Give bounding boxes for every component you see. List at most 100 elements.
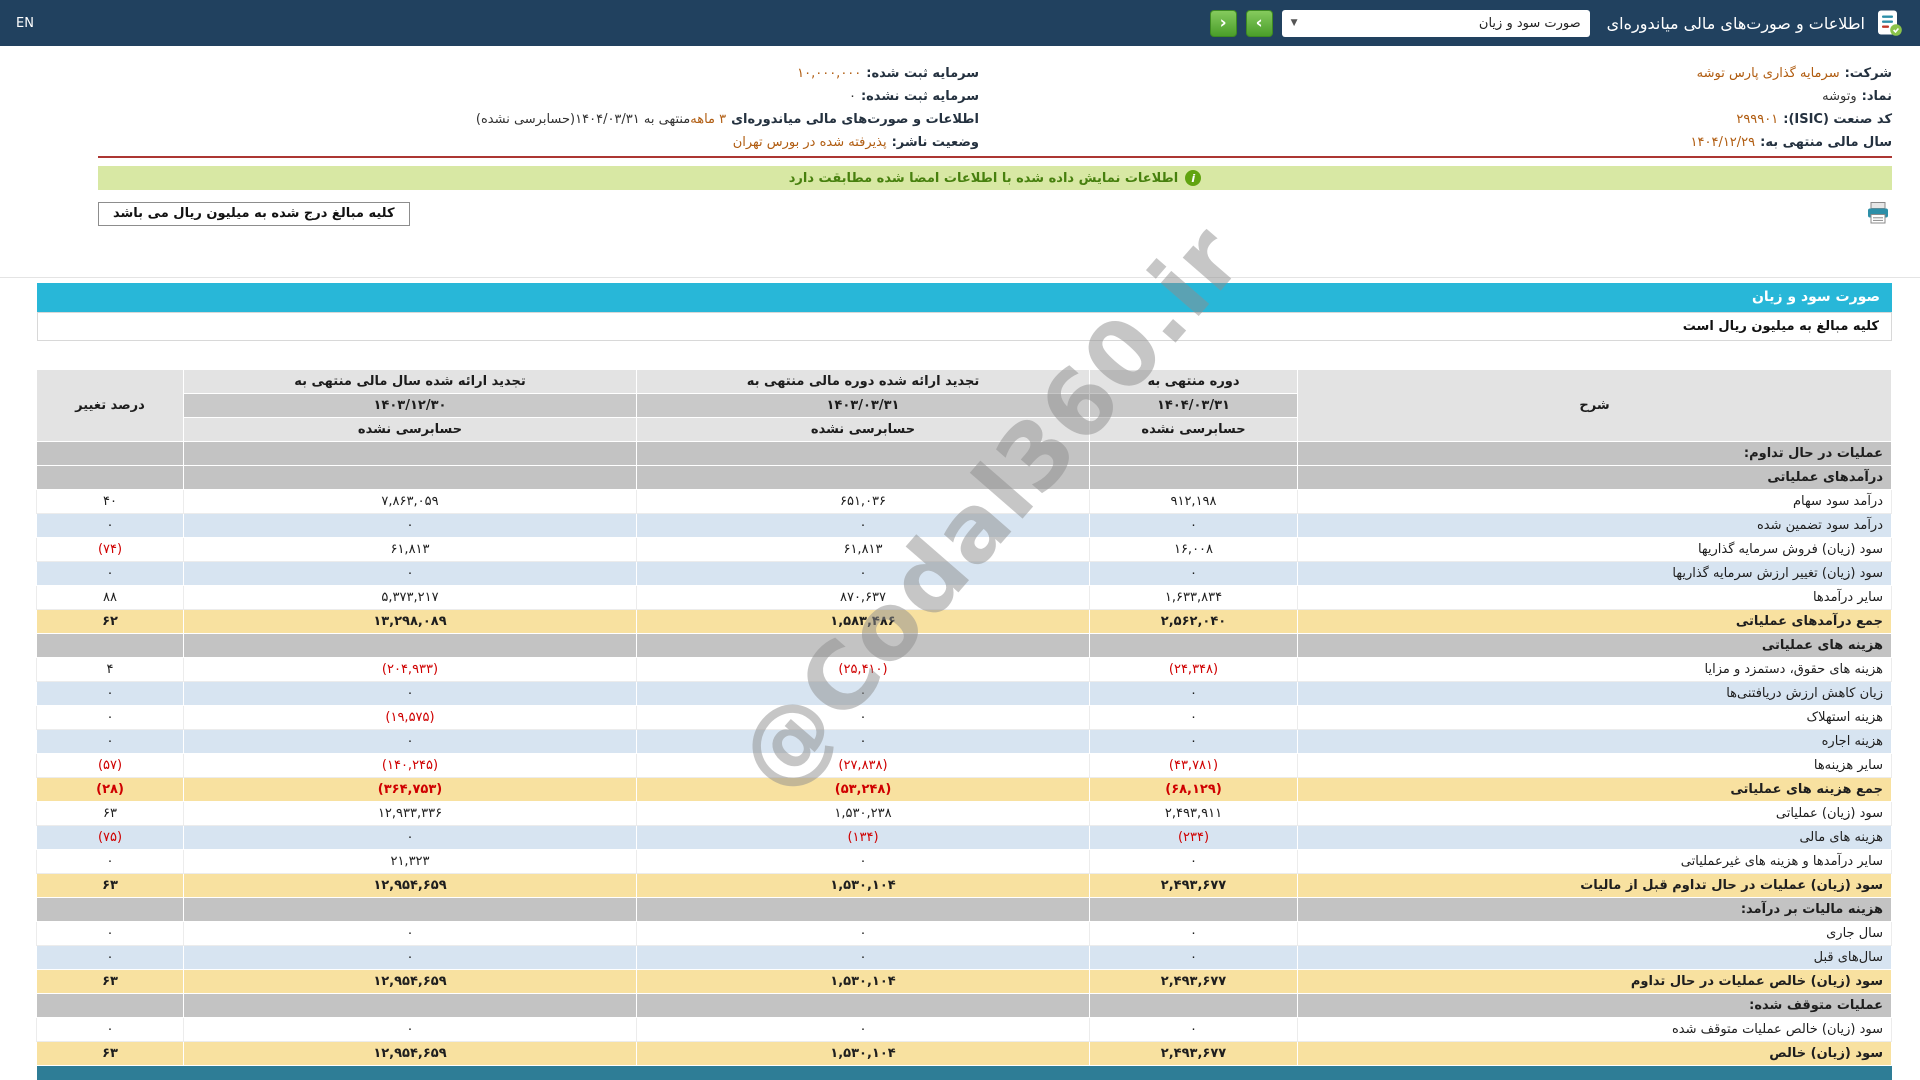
row-value: ۰ bbox=[36, 729, 184, 754]
row-value: ۰ bbox=[36, 849, 184, 874]
table-row: درآمد سود تضمین شده ۰ ۰ ۰ ۰ bbox=[36, 513, 1892, 538]
row-value: ۱۲,۹۳۳,۳۳۶ bbox=[183, 801, 637, 826]
row-value: ۱۲,۹۵۴,۶۵۹ bbox=[183, 873, 637, 898]
row-value bbox=[36, 633, 184, 658]
col-restated-year-date: ۱۴۰۳/۱۲/۳۰ bbox=[183, 393, 637, 418]
period-suffix: منتهی به ۱۴۰۴/۰۳/۳۱(حسابرسی نشده) bbox=[475, 112, 691, 127]
row-label: هزینه اجاره bbox=[1297, 729, 1892, 754]
row-value: ۸۸ bbox=[36, 585, 184, 610]
prev-report-button[interactable]: ‹ bbox=[1209, 9, 1237, 37]
period-highlight: ۳ ماهه bbox=[690, 112, 727, 127]
row-value: ۰ bbox=[36, 561, 184, 586]
row-value: ۱۶,۰۰۸ bbox=[1089, 537, 1298, 562]
row-value bbox=[183, 897, 637, 922]
row-value: ۲,۴۹۳,۶۷۷ bbox=[1089, 1041, 1298, 1066]
row-label: سایر هزینه‌ها bbox=[1297, 753, 1892, 778]
table-row: جمع درآمدهای عملیاتی ۲,۵۶۲,۰۴۰ ۱,۵۸۳,۴۸۶ ۱۳… bbox=[36, 609, 1892, 634]
info-icon: i bbox=[1185, 170, 1202, 186]
info-label: سرمایه ثبت شده: bbox=[866, 66, 979, 81]
table-row: سود (زیان) خالص عملیات متوقف شده ۰ ۰ ۰ ۰ bbox=[36, 1017, 1892, 1042]
info-value: ۲۹۹۹۰۱ bbox=[1736, 112, 1779, 127]
row-label: سود (زیان) فروش سرمایه گذاریها bbox=[1297, 537, 1892, 562]
row-value: (۱۳۴) bbox=[636, 825, 1090, 850]
statement-section: صورت سود و زیان کلیه مبالغ به میلیون ریا… bbox=[36, 205, 1892, 1080]
row-value bbox=[183, 465, 637, 490]
row-value: (۵۷) bbox=[36, 753, 184, 778]
row-label: سود (زیان) عملیاتی bbox=[1297, 801, 1892, 826]
row-label: درآمدهای عملیاتی bbox=[1297, 465, 1892, 490]
table-row: زیان کاهش ارزش دریافتنی‌ها ۰ ۰ ۰ ۰ bbox=[36, 681, 1892, 706]
row-value: ۰ bbox=[183, 681, 637, 706]
table-row: سایر درآمدها ۱,۶۳۳,۸۳۴ ۸۷۰,۶۳۷ ۵,۳۷۳,۲۱۷ ۸۸ bbox=[36, 585, 1892, 610]
row-value: (۱۴۰,۲۴۵) bbox=[183, 753, 637, 778]
company-info: شرکت: سرمایه گذاری پارس توشه نماد: وتوشه… bbox=[98, 62, 1892, 158]
row-label: سایر درآمدها bbox=[1297, 585, 1892, 610]
print-icon[interactable] bbox=[1864, 200, 1892, 228]
row-value bbox=[1089, 993, 1298, 1018]
row-value: ۱,۵۸۳,۴۸۶ bbox=[636, 609, 1090, 634]
row-value bbox=[1089, 633, 1298, 658]
row-value: ۶۵۱,۰۳۶ bbox=[636, 489, 1090, 514]
row-value: ۰ bbox=[636, 681, 1090, 706]
row-value: ۰ bbox=[636, 729, 1090, 754]
info-label: کد صنعت (ISIC): bbox=[1783, 112, 1892, 127]
table-row: هزینه استهلاک ۰ ۰ (۱۹,۵۷۵) ۰ bbox=[36, 705, 1892, 730]
row-value: ۰ bbox=[636, 945, 1090, 970]
col-restated-period-header: تجدید ارائه شده دوره مالی منتهی به bbox=[636, 369, 1090, 394]
report-type-select[interactable]: صورت سود و زیان ▼ bbox=[1281, 9, 1590, 37]
row-value: (۷۴) bbox=[36, 537, 184, 562]
table-row: سود (زیان) فروش سرمایه گذاریها ۱۶,۰۰۸ ۶۱,۸… bbox=[36, 537, 1892, 562]
company-info-right-column: شرکت: سرمایه گذاری پارس توشه نماد: وتوشه… bbox=[979, 62, 1892, 154]
row-label: سود (زیان) تغییر ارزش سرمایه گذاریها bbox=[1297, 561, 1892, 586]
row-value: ۲,۴۹۳,۶۷۷ bbox=[1089, 969, 1298, 994]
info-label: وضعیت ناشر: bbox=[891, 135, 979, 150]
row-value: ۰ bbox=[36, 681, 184, 706]
row-label: هزینه های مالی bbox=[1297, 825, 1892, 850]
codal-logo-icon[interactable] bbox=[1874, 8, 1904, 38]
row-value: ۰ bbox=[636, 921, 1090, 946]
row-value: ۰ bbox=[183, 513, 637, 538]
table-row: هزینه اجاره ۰ ۰ ۰ ۰ bbox=[36, 729, 1892, 754]
next-section-partial-bar bbox=[37, 1066, 1892, 1080]
row-value: ۰ bbox=[183, 825, 637, 850]
row-value: (۲۷,۸۳۸) bbox=[636, 753, 1090, 778]
info-value: پذیرفته شده در بورس تهران bbox=[732, 135, 887, 150]
row-value: ۰ bbox=[183, 921, 637, 946]
table-row: سایر درآمدها و هزینه های غیرعملیاتی ۰ ۰ ۲۱,… bbox=[36, 849, 1892, 874]
table-row: سود (زیان) خالص عملیات در حال تداوم ۲,۴۹۳… bbox=[36, 969, 1892, 994]
row-value: ۱,۵۳۰,۱۰۴ bbox=[636, 969, 1090, 994]
row-value: ۲,۵۶۲,۰۴۰ bbox=[1089, 609, 1298, 634]
row-value: ۰ bbox=[636, 705, 1090, 730]
table-row: هزینه های حقوق، دستمزد و مزایا (۲۴,۳۴۸) (۲… bbox=[36, 657, 1892, 682]
row-value: ۸۷۰,۶۳۷ bbox=[636, 585, 1090, 610]
row-value: ۰ bbox=[36, 921, 184, 946]
next-report-button[interactable]: › bbox=[1245, 9, 1273, 37]
banner-text: اطلاعات نمایش داده شده با اطلاعات امضا ش… bbox=[788, 170, 1179, 186]
unregistered-capital-row: سرمایه ثبت نشده: ۰ bbox=[98, 85, 979, 108]
row-label: درآمد سود تضمین شده bbox=[1297, 513, 1892, 538]
row-value: ۰ bbox=[636, 513, 1090, 538]
row-label: سود (زیان) عملیات در حال تداوم قبل از ما… bbox=[1297, 873, 1892, 898]
row-value: ۰ bbox=[1089, 729, 1298, 754]
symbol-row: نماد: وتوشه bbox=[979, 85, 1892, 108]
info-label: سرمایه ثبت نشده: bbox=[860, 89, 979, 104]
publisher-status-row: وضعیت ناشر: پذیرفته شده در بورس تهران bbox=[98, 131, 979, 154]
row-label: سود (زیان) خالص عملیات در حال تداوم bbox=[1297, 969, 1892, 994]
row-value: ۰ bbox=[636, 561, 1090, 586]
statement-title-bar: صورت سود و زیان bbox=[37, 283, 1892, 312]
row-value bbox=[1089, 441, 1298, 466]
col-current-period-date: ۱۴۰۴/۰۳/۳۱ bbox=[1089, 393, 1298, 418]
row-value: ۰ bbox=[636, 849, 1090, 874]
language-toggle[interactable]: EN bbox=[16, 16, 34, 31]
table-row: سود (زیان) خالص ۲,۴۹۳,۶۷۷ ۱,۵۳۰,۱۰۴ ۱۲,۹۵۴,… bbox=[36, 1041, 1892, 1066]
row-value: ۶۳ bbox=[36, 1041, 184, 1066]
table-row: سود (زیان) عملیات در حال تداوم قبل از ما… bbox=[36, 873, 1892, 898]
row-value: ۰ bbox=[183, 1017, 637, 1042]
row-value bbox=[183, 441, 637, 466]
row-value: ۶۱,۸۱۳ bbox=[183, 537, 637, 562]
row-value: ۱,۵۳۰,۱۰۴ bbox=[636, 1041, 1090, 1066]
row-value bbox=[36, 993, 184, 1018]
info-label: سال مالی منتهی به: bbox=[1760, 135, 1892, 150]
row-value: ۰ bbox=[183, 561, 637, 586]
row-value bbox=[36, 441, 184, 466]
